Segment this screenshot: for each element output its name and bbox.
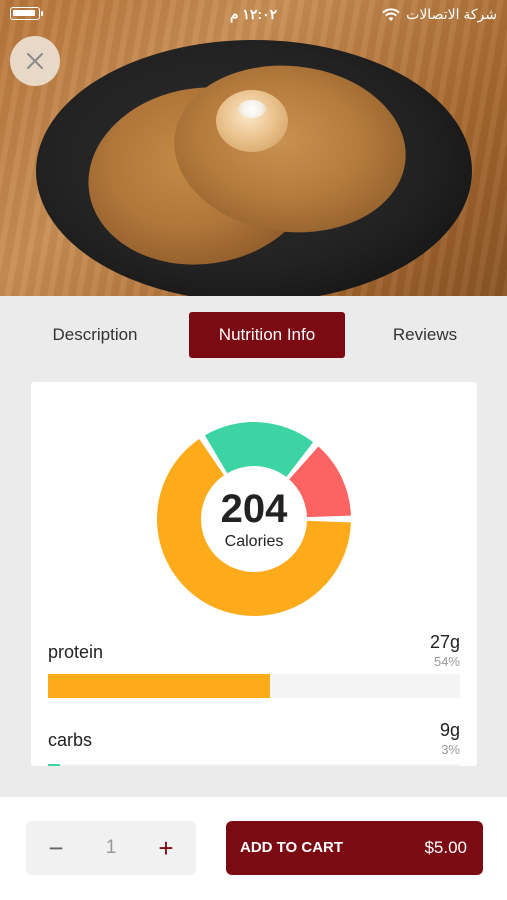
- price-label: $5.00: [424, 838, 467, 857]
- decrease-quantity-button[interactable]: −: [34, 821, 78, 875]
- butter-topping: [216, 90, 288, 152]
- tab-bar: Description Nutrition Info Reviews: [0, 312, 507, 360]
- calories-value: 204: [220, 487, 288, 531]
- close-icon: [27, 53, 43, 69]
- wifi-icon: [382, 7, 400, 21]
- coconut-sprinkle: [238, 100, 266, 118]
- carrier-info: شركة الاتصالات: [382, 6, 497, 23]
- quantity-value: 1: [105, 837, 117, 858]
- donut-center: 204 Calories: [155, 420, 353, 618]
- tab-description[interactable]: Description: [38, 312, 152, 358]
- nutrient-bar-track: [48, 674, 460, 698]
- carrier-name: شركة الاتصالات: [406, 6, 497, 22]
- nutrient-name: carbs: [48, 730, 93, 750]
- nutrient-amount: 27g: [429, 632, 460, 652]
- nutrient-row-protein: protein 27g 54%: [48, 632, 460, 712]
- add-to-cart-label: ADD TO CART: [240, 839, 344, 856]
- tab-reviews[interactable]: Reviews: [380, 312, 470, 358]
- increase-quantity-button[interactable]: +: [144, 821, 188, 875]
- nutrient-bar-fill: [48, 674, 271, 698]
- product-image: [0, 0, 507, 296]
- nutrient-bar-fill: [48, 764, 61, 766]
- calories-label: Calories: [224, 533, 284, 550]
- nutrition-card: 204 Calories protein 27g 54% carbs 9g 3%: [31, 382, 477, 766]
- nutrient-amount: 9g: [439, 720, 460, 740]
- nutrient-row-carbs: carbs 9g 3%: [48, 720, 460, 766]
- bottom-action-bar: − 1 + ADD TO CART $5.00: [0, 797, 507, 900]
- tab-nutrition-info[interactable]: Nutrition Info: [189, 312, 345, 358]
- add-to-cart-button[interactable]: ADD TO CART $5.00: [226, 821, 483, 875]
- quantity-stepper: − 1 +: [26, 821, 196, 875]
- nutrient-percent: 54%: [433, 654, 460, 669]
- nutrient-name: protein: [48, 642, 104, 662]
- status-bar: ١٢:٠٢ م شركة الاتصالات: [0, 0, 507, 30]
- nutrient-percent: 3%: [441, 742, 460, 757]
- close-button[interactable]: [10, 36, 60, 86]
- nutrient-bar-track: [48, 764, 460, 766]
